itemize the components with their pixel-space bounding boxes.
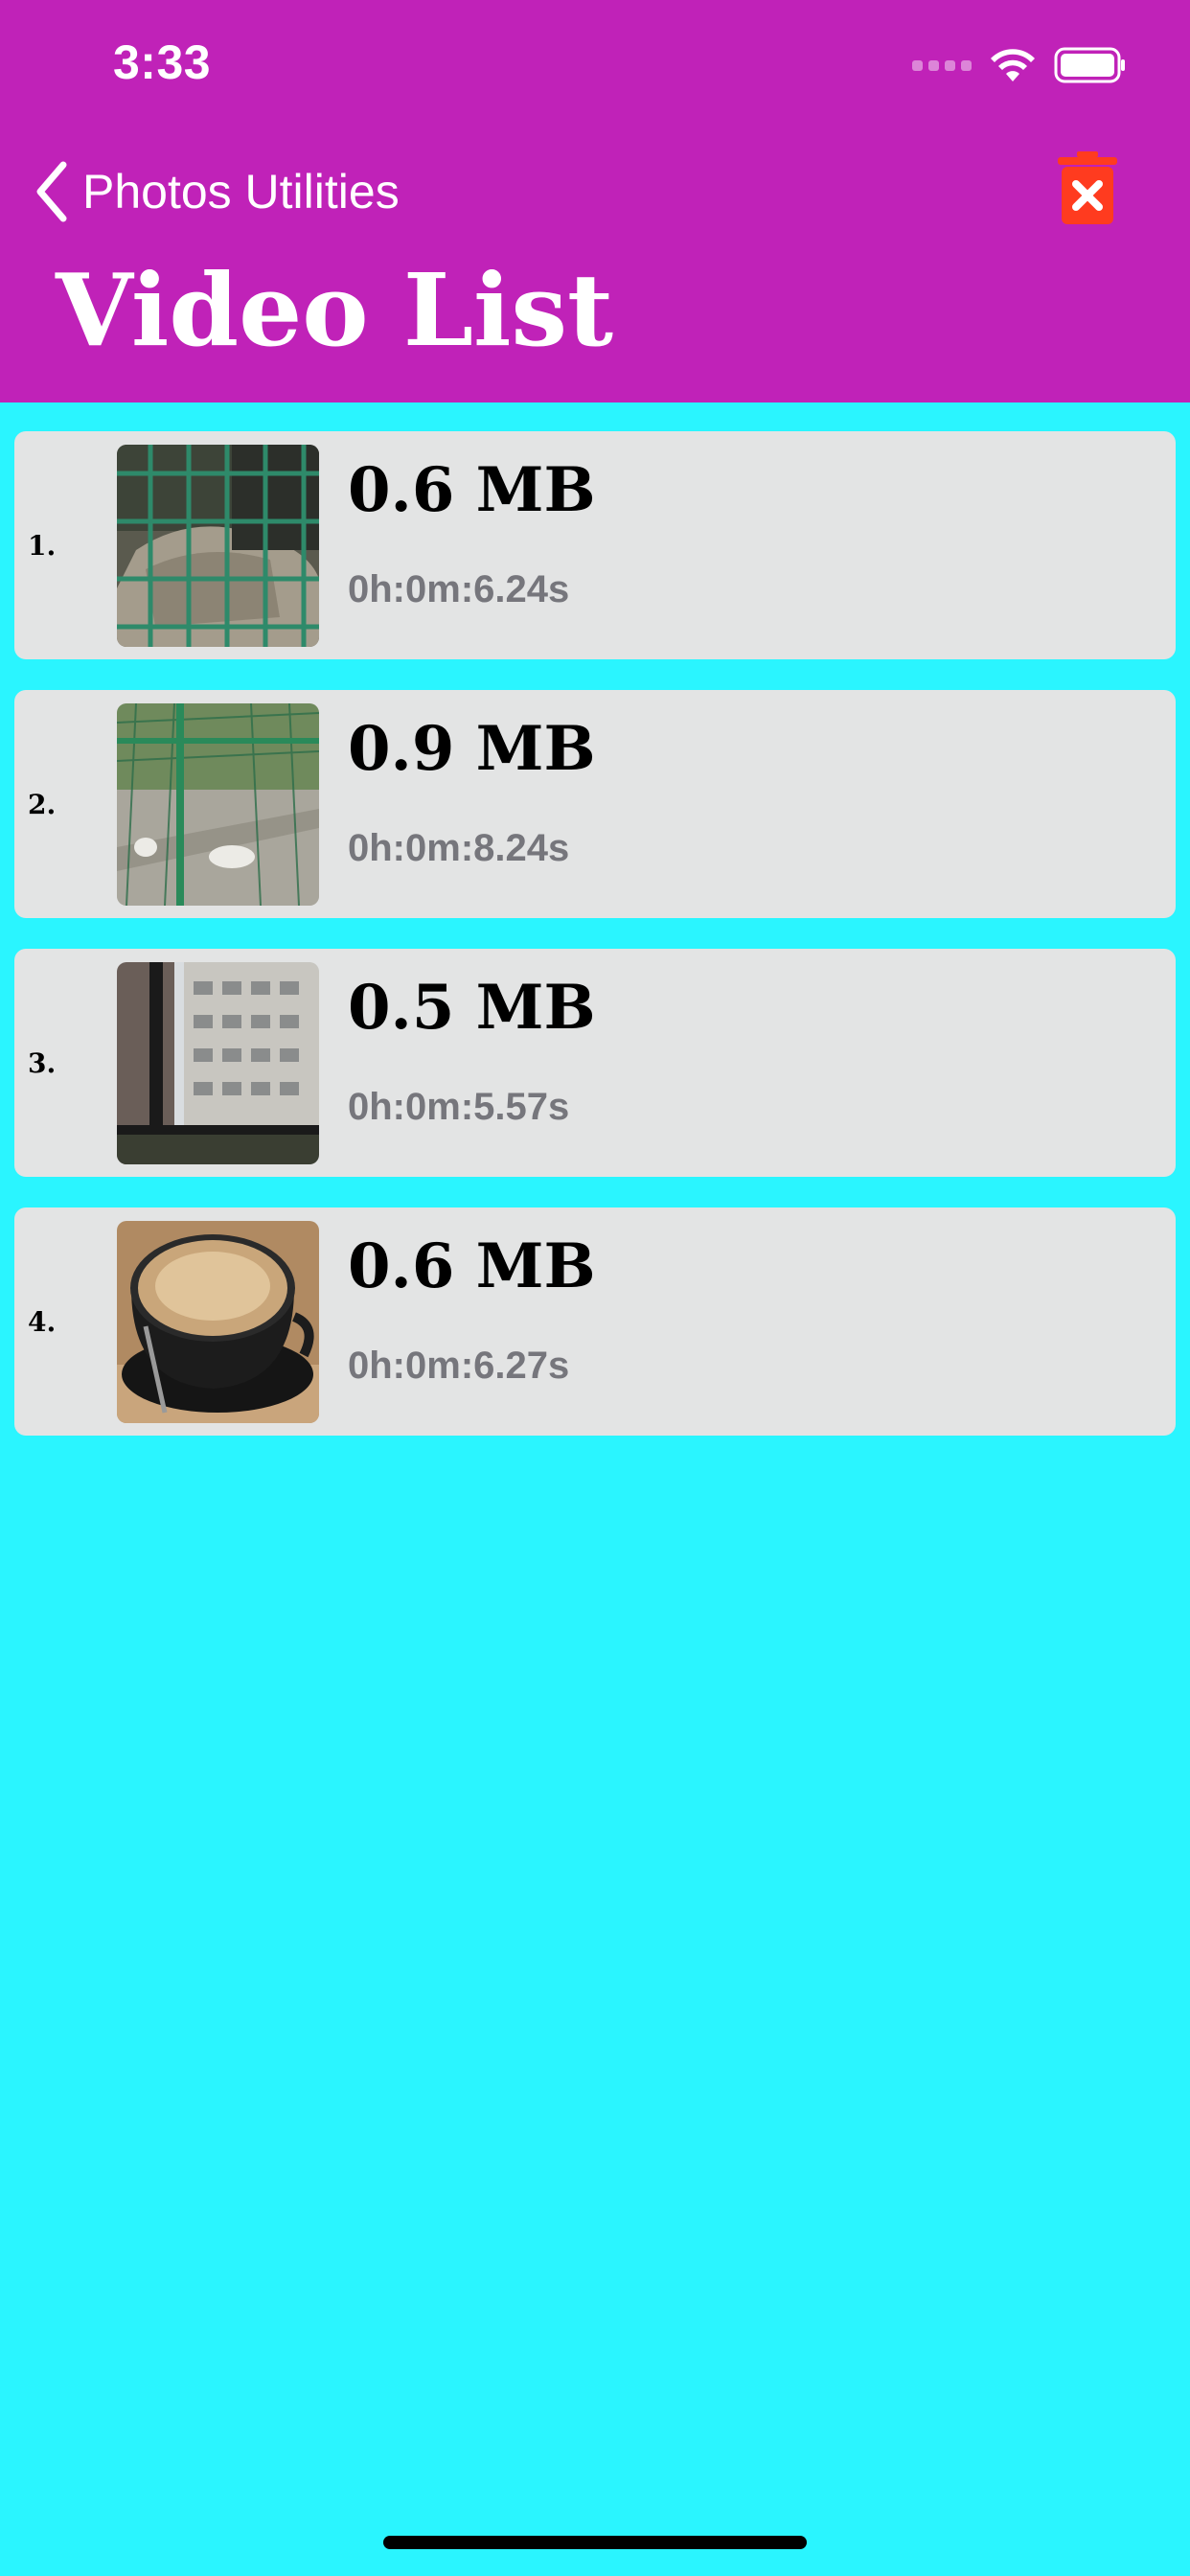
chevron-left-icon: [36, 161, 67, 222]
video-index: 2.: [28, 788, 57, 820]
video-duration: 0h:0m:6.24s: [348, 568, 570, 610]
video-row[interactable]: 3. 0.5 MB 0h:0m:5.57s: [14, 949, 1176, 1177]
status-time: 3:33: [113, 35, 212, 89]
trash-delete-icon: [1058, 151, 1117, 224]
coffee-cup-thumbnail: [117, 1221, 319, 1423]
back-button-label: Photos Utilities: [82, 165, 400, 218]
video-duration: 0h:0m:6.27s: [348, 1345, 570, 1387]
status-icons: [912, 42, 1127, 88]
video-row[interactable]: 2. 0.9 MB 0h:0m:8.24s: [14, 690, 1176, 918]
home-indicator[interactable]: [383, 2536, 807, 2549]
video-size: 0.6 MB: [348, 454, 596, 526]
fence-rock-thumbnail: [117, 445, 319, 647]
video-duration: 0h:0m:5.57s: [348, 1086, 570, 1128]
video-size: 0.9 MB: [348, 713, 596, 785]
video-index: 3.: [28, 1046, 57, 1079]
battery-icon: [1054, 47, 1125, 83]
video-size: 0.6 MB: [348, 1230, 596, 1302]
delete-button[interactable]: [1058, 151, 1117, 226]
page-title: Video List: [56, 251, 614, 369]
video-size: 0.5 MB: [348, 972, 596, 1044]
video-index: 4.: [28, 1305, 57, 1338]
buildings-window-thumbnail: [117, 962, 319, 1164]
video-row[interactable]: 1. 0.6 MB 0h:0m:6.24s: [14, 431, 1176, 659]
wifi-icon: [991, 49, 1035, 81]
navigation-header: 3:33 Photos Utilities Video List: [0, 0, 1190, 402]
video-row[interactable]: 4. 0.6 MB 0h:0m:6.27s: [14, 1208, 1176, 1436]
rabbits-enclosure-thumbnail: [117, 703, 319, 906]
video-duration: 0h:0m:8.24s: [348, 827, 570, 869]
back-button[interactable]: Photos Utilities: [34, 153, 400, 230]
video-index: 1.: [28, 529, 57, 562]
video-list: 1. 0.6 MB 0h:0m:6.24s 2. 0.9 MB 0h:0m:8.…: [14, 431, 1176, 1466]
cellular-signal-icon: [912, 59, 972, 71]
